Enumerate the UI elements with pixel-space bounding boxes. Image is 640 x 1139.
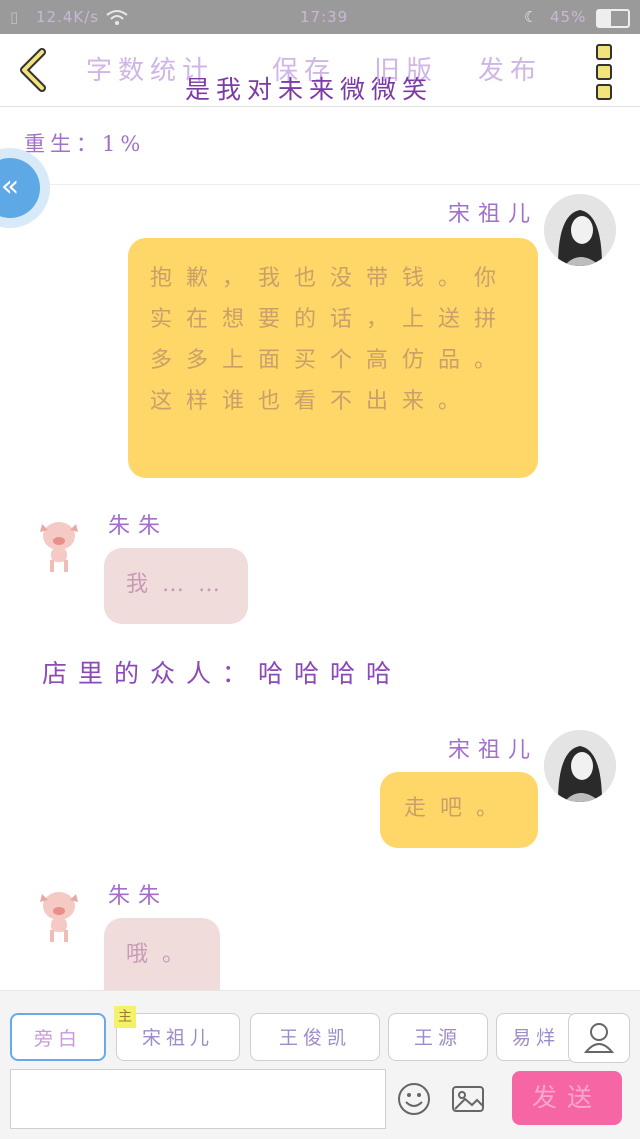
role-chip-yi[interactable]: 易烊 <box>496 1013 576 1061</box>
speaker-name: 朱朱 <box>108 884 169 909</box>
girl-avatar-icon <box>544 194 616 266</box>
chapter-title: 是我对未来微微笑 <box>185 75 434 104</box>
network-speed: 12.4K/s <box>36 8 100 26</box>
status-bar: ▯ 12.4K/s 17:39 ☾ 45% <box>0 0 640 34</box>
avatar[interactable] <box>544 730 616 802</box>
speaker-name: 朱朱 <box>108 514 169 539</box>
user-icon <box>583 1023 615 1053</box>
role-chip-label: 宋祖儿 <box>141 1027 214 1049</box>
image-icon[interactable] <box>450 1081 486 1117</box>
send-button[interactable]: 发送 <box>512 1071 622 1125</box>
role-chip-narrator[interactable]: 旁白 <box>10 1013 106 1061</box>
message-input[interactable] <box>10 1069 386 1129</box>
character-button[interactable] <box>568 1013 630 1063</box>
collapse-button[interactable]: « <box>0 148 50 228</box>
top-bar: 字数统计 保存 旧版 发布 是我对未来微微笑 <box>0 34 640 107</box>
role-chip-wang-yuan[interactable]: 王源 <box>388 1013 488 1061</box>
pig-avatar-icon[interactable] <box>32 514 86 574</box>
avatar[interactable] <box>544 194 616 266</box>
battery-percent: 45% <box>550 8 587 26</box>
girl-avatar-icon <box>544 730 616 802</box>
moon-icon: ☾ <box>524 8 539 26</box>
clock: 17:39 <box>300 8 349 26</box>
battery-icon <box>596 9 630 28</box>
speaker-name: 宋祖儿 <box>448 202 539 227</box>
message-bubble[interactable]: 我…… <box>104 548 248 624</box>
role-chip-song[interactable]: 主 宋祖儿 <box>114 1006 240 1061</box>
publish-button[interactable]: 发布 <box>478 50 542 87</box>
collapse-icon: « <box>0 158 40 218</box>
message-bubble[interactable]: 走吧。 <box>380 772 538 848</box>
message-bubble[interactable]: 抱歉，我也没带钱。你实在想要的话，上送拼多多上面买个高仿品。这样谁也看不出来。 <box>128 238 538 478</box>
pig-avatar-icon[interactable] <box>32 884 86 944</box>
progress-label: 重生：1% <box>24 132 146 156</box>
narration-line[interactable]: 店里的众人：哈哈哈哈 <box>42 654 402 690</box>
more-icon[interactable] <box>596 44 614 104</box>
sim-icon: ▯ <box>10 8 20 26</box>
composer: 旁白 主 宋祖儿 王俊凯 王源 易烊 发送 <box>0 990 640 1139</box>
role-chip-wang-junkai[interactable]: 王俊凯 <box>250 1013 380 1061</box>
speaker-name: 宋祖儿 <box>448 738 539 763</box>
message-bubble[interactable]: 哦。 <box>104 918 220 990</box>
divider <box>0 184 640 185</box>
back-icon[interactable] <box>14 46 54 94</box>
emoji-icon[interactable] <box>396 1081 432 1117</box>
main-tag: 主 <box>114 1006 136 1028</box>
wifi-icon <box>106 10 128 25</box>
